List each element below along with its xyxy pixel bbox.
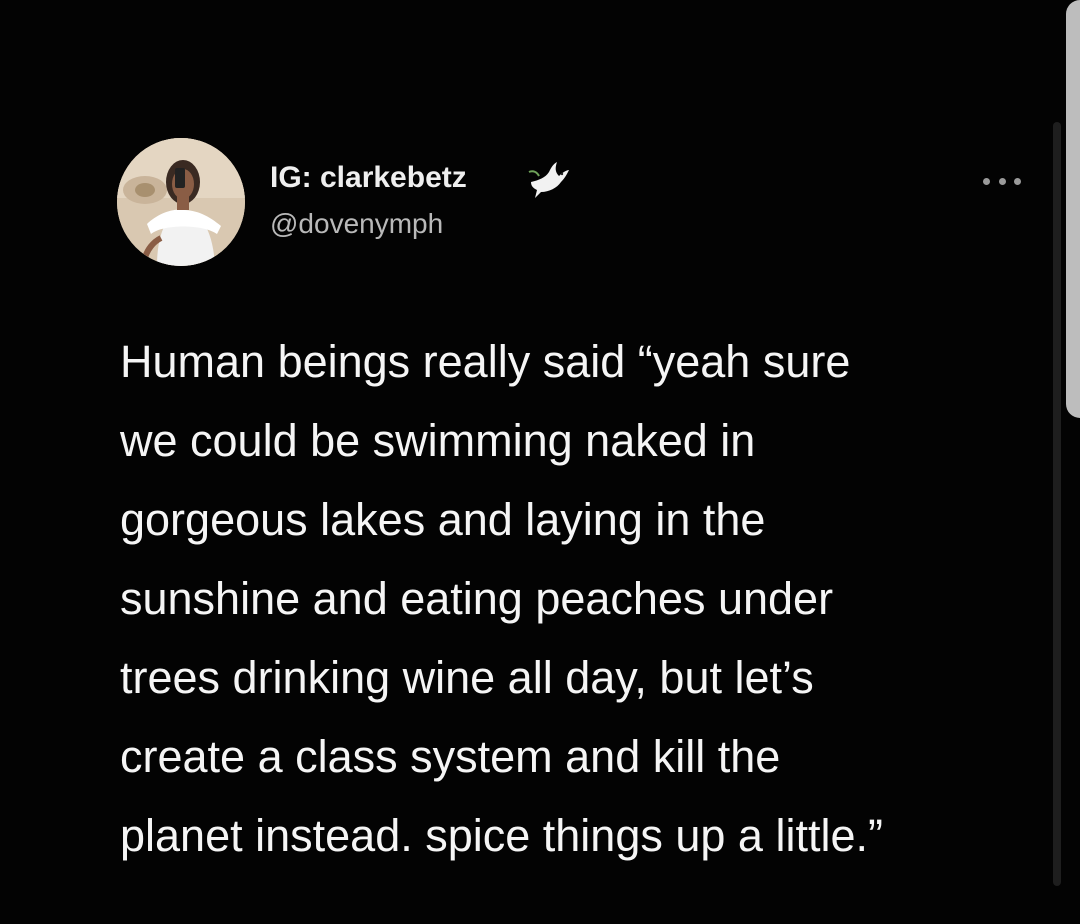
- tweet-text-line: create a class system and kill the: [120, 731, 781, 782]
- more-dot-icon: [983, 177, 990, 185]
- tweet-text-line: planet instead. spice things up a little…: [120, 810, 883, 861]
- more-dot-icon: [1014, 177, 1021, 185]
- tweet-text-line: we could be swimming naked in: [120, 415, 756, 466]
- avatar-photo: [117, 138, 245, 266]
- more-options-button[interactable]: [980, 166, 1024, 196]
- tweet-text-line: trees drinking wine all day, but let’s: [120, 652, 814, 703]
- tweet-text-line: sunshine and eating peaches under: [120, 573, 834, 624]
- dove-icon: [528, 162, 569, 198]
- scrollbar-track[interactable]: [1053, 122, 1061, 886]
- screen: IG: clarkebetz @dovenymph Human beings r…: [0, 0, 1080, 924]
- display-name[interactable]: IG: clarkebetz: [270, 158, 467, 198]
- tweet-text-line: gorgeous lakes and laying in the: [120, 494, 766, 545]
- more-dot-icon: [998, 177, 1006, 185]
- tweet-text-line: Human beings really said “yeah sure: [120, 336, 851, 387]
- user-handle[interactable]: @dovenymph: [270, 204, 443, 244]
- tweet-card: IG: clarkebetz @dovenymph Human beings r…: [0, 0, 1040, 924]
- tweet-text: Human beings really said “yeah sure we c…: [120, 322, 1020, 875]
- avatar[interactable]: [117, 138, 245, 266]
- scrollbar-thumb[interactable]: [1066, 0, 1080, 418]
